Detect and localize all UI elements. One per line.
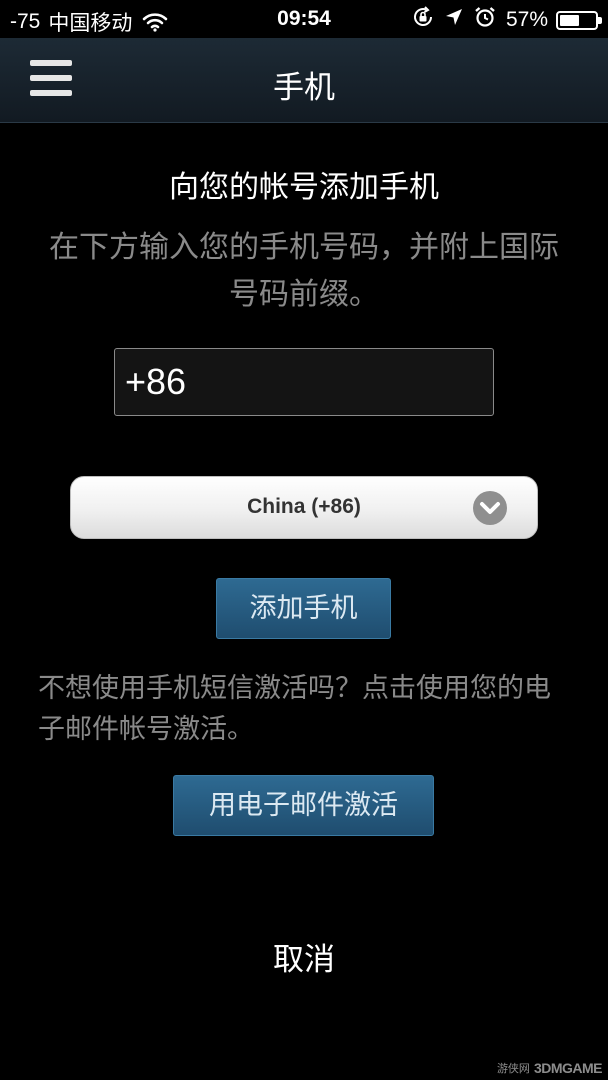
add-phone-button[interactable]: 添加手机 — [216, 578, 391, 639]
phone-number-input[interactable] — [114, 348, 494, 416]
battery-icon — [556, 10, 602, 30]
rotation-lock-icon — [412, 6, 434, 34]
country-select[interactable]: China (+86) — [70, 476, 538, 539]
battery-percent: 57% — [505, 8, 548, 31]
chevron-down-icon — [473, 491, 507, 525]
cancel-button[interactable]: 取消 — [0, 934, 608, 979]
email-alternative-text: 不想使用手机短信激活吗？点击使用您的电子邮件帐号激活。 — [38, 673, 551, 745]
battery-fill — [560, 14, 579, 26]
battery-nub — [598, 16, 602, 24]
watermark-cn: 游侠网 — [496, 1063, 530, 1075]
watermark-logo: 游侠网 3DMGAME — [496, 1060, 603, 1076]
alarm-icon — [474, 6, 496, 34]
status-right: 57% — [412, 6, 602, 34]
status-bar: -75 中国移动 09:54 57% — [0, 0, 608, 38]
app-header: 手机 — [0, 38, 608, 123]
location-arrow-icon — [444, 7, 464, 33]
section-heading: 向您的帐号添加手机 — [169, 170, 439, 205]
instruction-text: 在下方输入您的手机号码，并附上国际号码前缀。 — [49, 230, 559, 312]
country-selected-label: China (+86) — [247, 495, 361, 518]
email-activation-button[interactable]: 用电子邮件激活 — [173, 775, 434, 836]
watermark-en: 3DMGAME — [533, 1060, 603, 1076]
page-title: 手机 — [273, 70, 335, 106]
